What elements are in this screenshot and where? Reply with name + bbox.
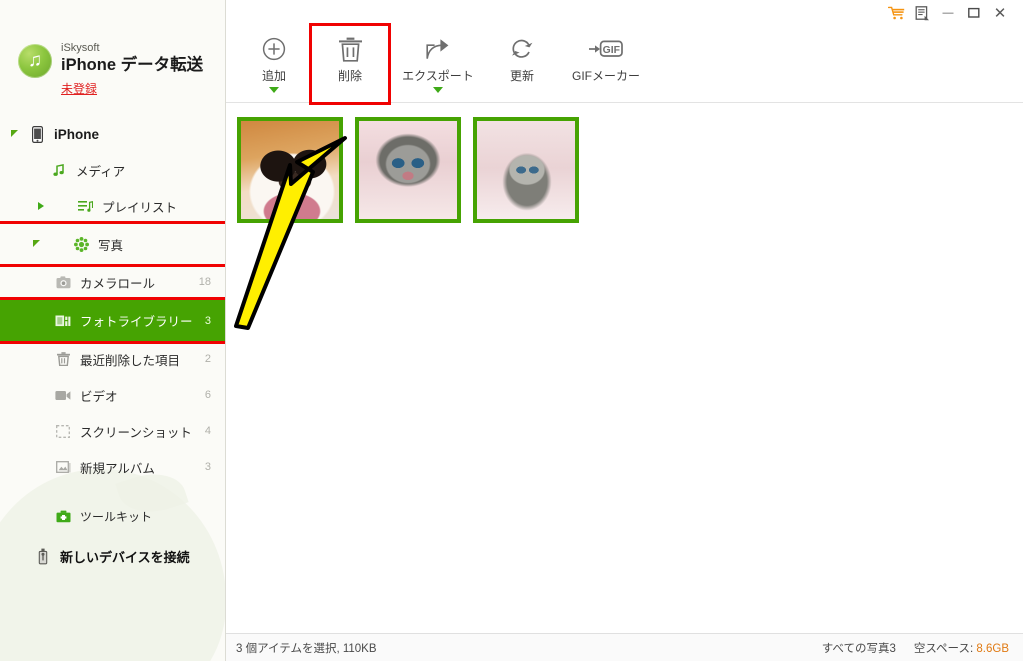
close-button[interactable]: ✕ [987,2,1013,24]
register-link[interactable]: 未登録 [61,80,97,97]
playlist-icon [76,199,94,213]
maximize-button[interactable] [961,2,987,24]
photos-icon [72,236,90,252]
export-icon [425,34,451,64]
toolbar: 追加 削除 エクスポート 更新 GIF GIFメーカー [226,23,1023,105]
sidebar-item-label: メディア [76,164,126,179]
toolbar-export-button[interactable]: エクスポート [392,26,484,102]
toolbar-label: 更新 [509,69,534,83]
sidebar-item-label: ビデオ [80,389,118,404]
sidebar-item-toolkit[interactable]: ツールキット [0,499,225,533]
sidebar-item-iphone[interactable]: iPhone [0,116,225,152]
thumbnail-image [241,121,339,219]
sidebar-item-videos[interactable]: ビデオ 6 [0,377,225,413]
camera-icon [54,275,72,289]
sidebar-item-label: カメラロール [80,276,156,291]
main-panel: — ✕ 追加 削除 エクスポート 更新 GIF GIFメーカー 3 個アイテムを… [226,0,1023,661]
toolkit-icon [54,510,72,523]
toolbar-delete-button[interactable]: 削除 [309,23,391,105]
brand-vendor: iSkysoft [61,42,100,54]
new-album-icon [54,460,72,474]
music-icon [50,163,68,177]
sidebar-item-screenshots[interactable]: スクリーンショット 4 [0,413,225,449]
sidebar-item-count: 3 [204,314,211,327]
sidebar: iSkysoft iPhone データ転送 未登録 iPhone [0,0,226,661]
trash-icon [54,352,72,366]
iphone-icon [28,125,46,143]
title-bar: — ✕ [883,0,1023,26]
sidebar-item-photo-library[interactable]: フォトライブラリー 3 [0,297,225,344]
sidebar-item-label: 写真 [98,238,124,253]
toolbar-label: GIFメーカー [572,69,640,83]
refresh-icon [510,34,534,64]
thumbnail-image [477,121,575,219]
feedback-icon[interactable] [909,2,935,24]
sidebar-item-label: iPhone [54,126,100,142]
free-space-value: 8.6GB [976,642,1009,655]
sidebar-item-photos[interactable]: 写真 [0,221,225,267]
all-photos-count: すべての写真3 [821,642,896,655]
sidebar-item-label: スクリーンショット [80,425,192,440]
sidebar-item-count: 4 [204,425,211,437]
brand-header: iSkysoft iPhone データ転送 未登録 [0,0,225,98]
sidebar-item-playlist[interactable]: プレイリスト [0,188,225,224]
selection-status: 3 個アイテムを選択, 110KB [236,642,377,655]
sidebar-item-connect-device[interactable]: 新しいデバイスを接続 [0,539,225,573]
sidebar-item-count: 6 [204,389,211,401]
sidebar-item-label: ツールキット [80,509,153,524]
photo-grid [226,103,1023,633]
selection-bleed [0,300,26,341]
toolbar-label: 追加 [261,69,286,83]
sidebar-item-label: 最近削除した項目 [80,353,181,368]
photo-kitten-open[interactable] [355,117,461,223]
cart-icon[interactable] [883,2,909,24]
sidebar-item-recently-deleted[interactable]: 最近削除した項目 2 [0,341,225,377]
toolbar-add-button[interactable]: 追加 [236,26,312,102]
chevron-down-icon[interactable] [269,87,279,93]
photo-library-icon [54,314,72,328]
toolbar-label: 削除 [337,69,362,83]
toolbar-refresh-button[interactable]: 更新 [484,26,560,102]
add-circle-icon [262,34,286,64]
app-window: iSkysoft iPhone データ転送 未登録 iPhone [0,0,1023,661]
free-space-label: 空スペース: [913,642,974,655]
sidebar-item-label: フォトライブラリー [80,315,193,329]
trash-icon [338,34,362,64]
photo-kitten-sit[interactable] [473,117,579,223]
minimize-button[interactable]: — [935,2,961,24]
thumbnail-image [359,121,457,219]
sidebar-item-count: 2 [204,353,211,365]
sidebar-item-media[interactable]: メディア [0,152,225,188]
screenshot-icon [54,424,72,438]
sidebar-item-count: 18 [198,276,211,288]
sidebar-item-count: 3 [204,461,211,473]
video-icon [54,390,72,401]
gif-maker-icon: GIF [589,34,623,64]
free-space: 空スペース: 8.6GB [914,640,1009,656]
chevron-down-icon[interactable] [433,87,443,93]
music-note-logo-icon [18,44,52,78]
status-bar: 3 個アイテムを選択, 110KB すべての写真3 空スペース: 8.6GB [226,633,1023,661]
sidebar-item-camera-roll[interactable]: カメラロール 18 [0,264,225,300]
sidebar-item-label: 新規アルバム [80,461,155,476]
toolbar-label: エクスポート [402,69,474,83]
toolbar-gif-maker-button[interactable]: GIF GIFメーカー [560,26,652,102]
brand-product: iPhone データ転送 [61,56,204,74]
sidebar-item-label: 新しいデバイスを接続 [60,549,190,565]
sidebar-item-label: プレイリスト [102,200,178,215]
usb-icon [34,548,52,565]
svg-text:GIF: GIF [603,45,620,56]
sidebar-item-new-album[interactable]: 新規アルバム 3 [0,449,225,485]
photo-shiba-dog[interactable] [237,117,343,223]
